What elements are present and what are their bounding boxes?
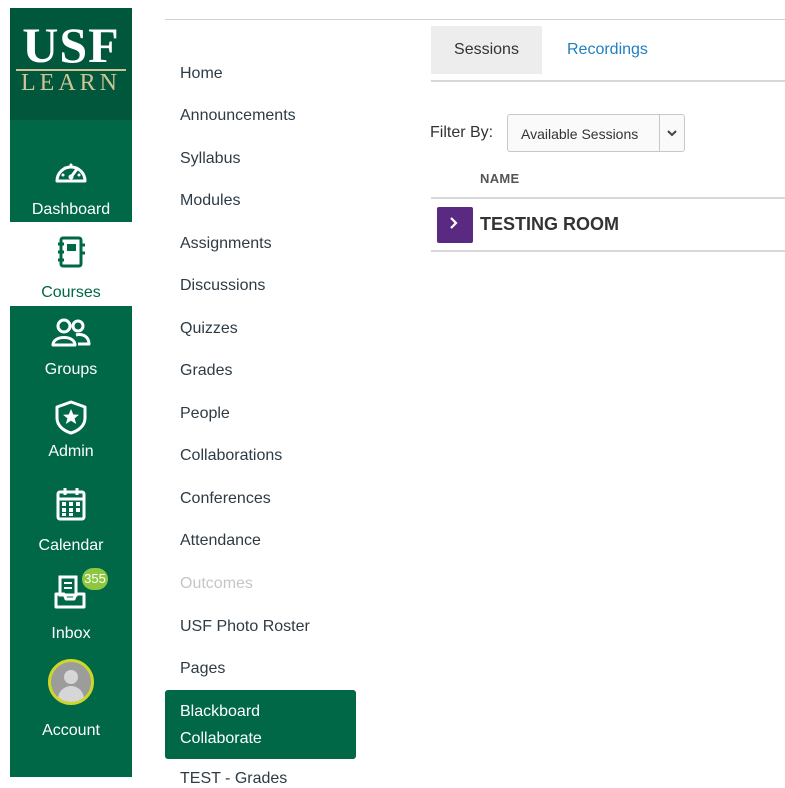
course-nav-grades[interactable]: Grades [180,361,232,381]
course-nav-outcomes: Outcomes [180,575,253,592]
course-nav-blackboard-collaborate[interactable]: Blackboard Collaborate [165,690,356,759]
course-nav-conferences[interactable]: Conferences [180,489,271,509]
filter-select[interactable]: Available Sessions [507,114,685,152]
inbox-icon [10,574,132,610]
nav-courses[interactable]: Courses [10,222,132,306]
filter-select-value: Available Sessions [521,126,639,142]
course-nav-active-label-2: Collaborate [180,730,262,747]
nav-account-label: Account [42,722,100,739]
usf-learn-logo[interactable]: USF LEARN [10,8,132,120]
global-nav: USF LEARN Dashboard Courses Groups Admin… [10,8,132,777]
nav-courses-label: Courses [41,284,101,301]
tab-recordings[interactable]: Recordings [567,26,648,74]
nav-dashboard[interactable]: Dashboard [10,146,132,226]
course-nav-syllabus[interactable]: Syllabus [180,149,240,169]
groups-icon [10,315,132,351]
calendar-icon [10,486,132,522]
dashboard-icon [10,154,132,190]
course-nav-people[interactable]: People [180,404,230,424]
nav-calendar-label: Calendar [38,537,104,554]
nav-inbox-label: Inbox [51,625,91,642]
course-nav-pages[interactable]: Pages [180,659,225,679]
course-nav-quizzes[interactable]: Quizzes [180,319,238,339]
chevron-down-icon[interactable] [659,115,684,151]
join-session-button[interactable] [437,207,473,243]
nav-admin-label: Admin [48,443,94,460]
course-nav-announcements[interactable]: Announcements [180,106,296,126]
course-nav-collaborations[interactable]: Collaborations [180,446,282,466]
nav-dashboard-label: Dashboard [31,201,111,218]
logo-learn-text: LEARN [21,70,121,96]
course-nav-test-grades[interactable]: TEST - Grades [180,770,287,788]
table-row-divider [431,250,785,252]
nav-groups[interactable]: Groups [10,313,132,391]
course-nav-attendance[interactable]: Attendance [180,531,261,551]
course-nav-active-label-1: Blackboard [180,703,261,720]
account-avatar-icon [10,657,132,707]
table-header-divider [431,197,785,199]
inbox-unread-badge: 355 [82,568,108,590]
courses-icon [10,234,132,270]
page-top-divider [165,19,785,20]
column-header-name: NAME [480,171,520,186]
logo-usf-text: USF [22,17,120,73]
course-nav-assignments[interactable]: Assignments [180,234,272,254]
course-nav-usf-photo-roster[interactable]: USF Photo Roster [180,617,310,637]
session-name[interactable]: TESTING ROOM [480,213,619,235]
course-nav-home[interactable]: Home [180,64,223,84]
admin-shield-icon [10,399,132,435]
avatar [48,659,94,705]
nav-inbox[interactable]: 355 Inbox [10,566,132,652]
course-nav-modules[interactable]: Modules [180,191,240,211]
nav-account[interactable]: Account [10,653,132,753]
nav-calendar[interactable]: Calendar [10,478,132,564]
nav-groups-label: Groups [44,361,98,378]
tabs-divider [431,80,785,82]
filter-label: Filter By: [430,124,494,141]
nav-admin[interactable]: Admin [10,391,132,477]
course-nav-discussions[interactable]: Discussions [180,276,265,296]
tab-sessions[interactable]: Sessions [431,26,542,74]
double-chevron-right-icon [447,215,463,236]
